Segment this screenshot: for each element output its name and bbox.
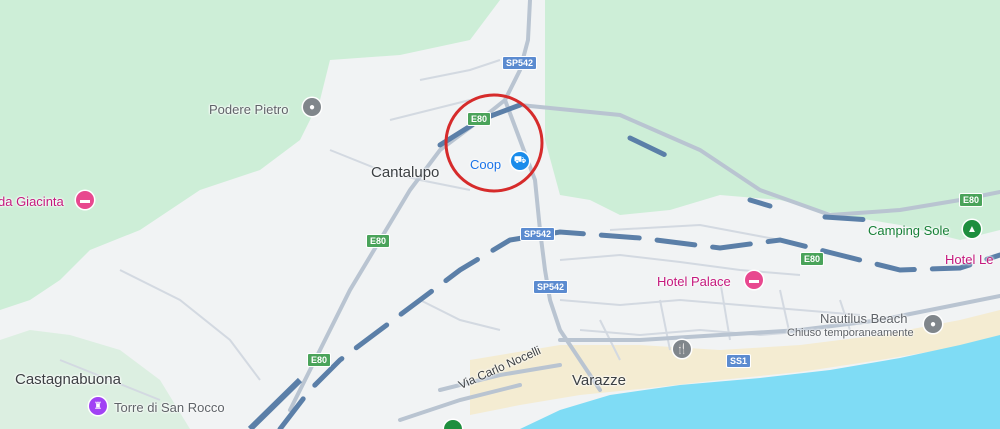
hotel-bed-icon[interactable]: ▬ xyxy=(745,271,763,289)
road-shield-sp542: SP542 xyxy=(502,56,538,70)
place-label-cantalupo: Cantalupo xyxy=(371,164,440,181)
place-pin-icon[interactable]: ● xyxy=(303,98,321,116)
place-label-varazze: Varazze xyxy=(572,372,626,389)
hotel-bed-icon[interactable]: ▬ xyxy=(76,191,94,209)
poi-label-hotel-palace[interactable]: Hotel Palace xyxy=(657,274,731,289)
monument-tower-icon[interactable]: ♜ xyxy=(89,397,107,415)
poi-label-coop[interactable]: Coop xyxy=(470,157,501,172)
restaurant-fork-knife-icon[interactable]: 🍴 xyxy=(673,340,691,358)
poi-label-da-giacinta[interactable]: da Giacinta xyxy=(0,194,64,209)
road-shield-sp542: SP542 xyxy=(533,280,569,294)
road-shield-e80: E80 xyxy=(307,353,332,367)
poi-label-hotel-le[interactable]: Hotel Le xyxy=(945,252,993,267)
road-shield-sp542: SP542 xyxy=(520,227,556,241)
place-pin-icon[interactable]: ● xyxy=(924,315,942,333)
map-canvas[interactable]: SP542 SP542 SP542 E80 E80 E80 E80 E80 SS… xyxy=(0,0,1000,429)
road-shield-e80: E80 xyxy=(366,234,391,248)
poi-label-camping-sole[interactable]: Camping Sole xyxy=(868,223,950,238)
road-shield-ss1: SS1 xyxy=(726,354,752,368)
poi-label-podere-pietro[interactable]: Podere Pietro xyxy=(209,102,289,117)
road-shield-e80: E80 xyxy=(467,112,492,126)
place-label-castagnabuona: Castagnabuona xyxy=(15,371,121,388)
camping-tent-icon[interactable]: ▲ xyxy=(963,220,981,238)
road-shield-e80: E80 xyxy=(800,252,825,266)
poi-status-nautilus-beach: Chiuso temporaneamente xyxy=(787,327,914,339)
road-shield-e80: E80 xyxy=(959,193,984,207)
shopping-cart-icon[interactable]: ⛟ xyxy=(511,152,529,170)
poi-label-torre-san-rocco[interactable]: Torre di San Rocco xyxy=(114,400,225,415)
poi-label-nautilus-beach[interactable]: Nautilus Beach xyxy=(820,311,907,326)
